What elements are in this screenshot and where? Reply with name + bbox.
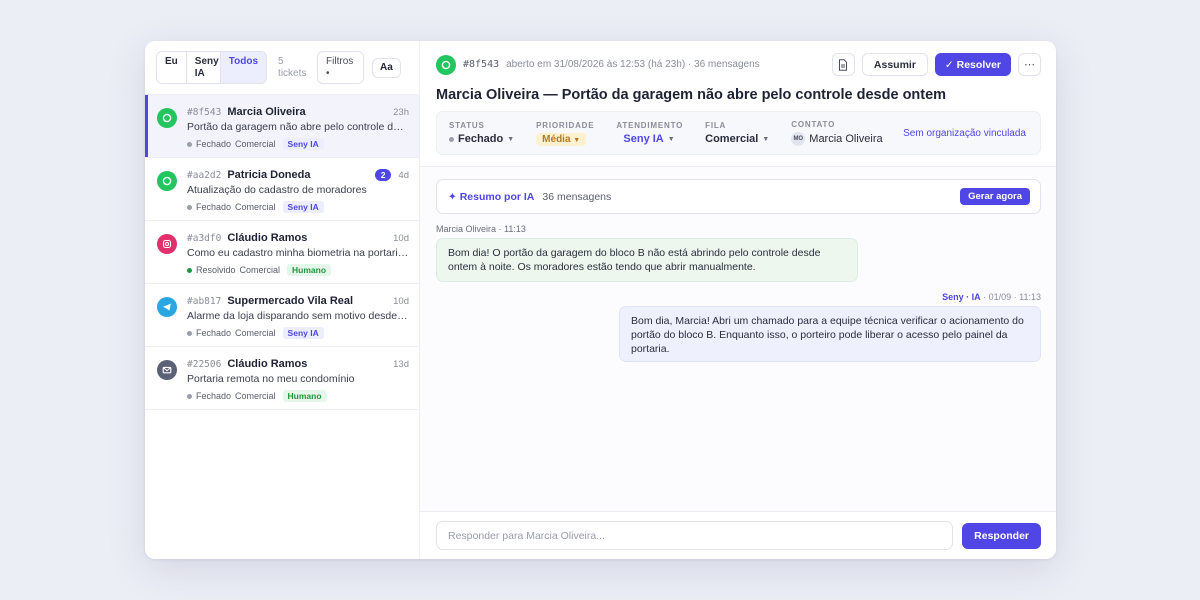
status-dot [187, 267, 192, 273]
status-badge: Seny IA [282, 138, 324, 150]
whatsapp-icon [436, 54, 456, 75]
caret-down-icon: ▼ [667, 135, 675, 143]
caret-down-icon: ▼ [507, 135, 515, 143]
status-badge: Seny IA [282, 201, 324, 213]
status-text: Fechado [196, 139, 232, 149]
conversation-panel: #8f543 aberto em 31/08/2026 às 12:53 (há… [420, 41, 1056, 559]
ticket-meta: aberto em 31/08/2026 às 12:53 (há 23h) ·… [506, 59, 760, 70]
resolve-button[interactable]: ✓ Resolver [934, 53, 1011, 76]
reply-button[interactable]: Responder [962, 522, 1041, 549]
list-item[interactable]: #aa2d2 Patricia Doneda 2 4d Atualização do c… [145, 158, 419, 221]
queue-text: Comercial [239, 265, 281, 275]
contact-name: Cláudio Ramos [227, 232, 308, 244]
whatsapp-icon [157, 108, 177, 128]
contact-name: Marcia Oliveira [227, 106, 306, 118]
incoming-message: Bom dia! O portão da garagem do bloco B … [436, 238, 858, 282]
reply-input[interactable] [436, 521, 954, 550]
contact-name: Patricia Doneda [227, 169, 311, 181]
ticket-count: 5 tickets [278, 55, 307, 79]
ticket-list: #8f543 Marcia Oliveira 23h Portão da garage… [145, 95, 419, 559]
font-size-button[interactable]: Aa [372, 57, 401, 78]
tab-all[interactable]: Todos [220, 52, 267, 83]
queue-prop[interactable]: FILA Comercial ▼ [705, 121, 769, 145]
queue-text: Comercial [235, 328, 276, 338]
status-dot [187, 141, 192, 147]
ticket-subject: Como eu cadastro minha biometria na port… [187, 247, 409, 259]
app-window: Eu Seny IA Todos 5 tickets Filtros • Aa … [145, 41, 1056, 559]
document-icon[interactable] [831, 53, 855, 76]
ticket-id: #a3df0 [187, 232, 222, 244]
caret-down-icon: ▼ [762, 135, 770, 143]
generate-summary-button[interactable]: Gerar agora [960, 188, 1030, 205]
ticket-subject: Alarme da loja disparando sem motivo des… [187, 310, 409, 322]
ai-summary-title: ✦ Resumo por IA [448, 190, 535, 203]
ticket-age: 23h [393, 106, 409, 118]
status-badge: Seny IA [282, 327, 324, 339]
organization-link[interactable]: Sem organização vinculada [903, 128, 1026, 139]
status-badge: Humano [282, 390, 327, 402]
status-text: Fechado [196, 328, 232, 338]
ticket-id: #8f543 [187, 106, 222, 118]
tab-me[interactable]: Eu [157, 52, 187, 83]
ticket-age: 4d [398, 169, 409, 181]
ticket-subject: Atualização do cadastro de moradores [187, 184, 367, 196]
queue-text: Comercial [235, 139, 276, 149]
message-count: 36 mensagens [542, 190, 612, 203]
ticket-header: #8f543 aberto em 31/08/2026 às 12:53 (há… [420, 41, 1056, 167]
ticket-age: 10d [393, 295, 409, 307]
ticket-id: #8f543 [463, 59, 500, 70]
status-text: Fechado [196, 202, 232, 212]
status-dot [187, 330, 192, 336]
avatar: MO [791, 132, 806, 146]
ticket-subject: Portão da garagem não abre pelo controle… [187, 121, 409, 133]
filter-bar: Eu Seny IA Todos 5 tickets Filtros • Aa [145, 41, 419, 95]
caret-down-icon: ▼ [573, 136, 581, 144]
ticket-title: Marcia Oliveira — Portão da garagem não … [436, 87, 947, 103]
telegram-icon [157, 297, 177, 317]
status-text: Fechado [196, 391, 232, 401]
queue-text: Comercial [235, 202, 276, 212]
list-item[interactable]: #8f543 Marcia Oliveira 23h Portão da garage… [145, 95, 419, 158]
contact-name: Cláudio Ramos [227, 358, 308, 370]
instagram-icon [157, 234, 177, 254]
contact-prop[interactable]: CONTATO MO Marcia Oliveira [791, 120, 883, 146]
filters-button[interactable]: Filtros • [317, 51, 365, 84]
message-thread: ✦ Resumo por IA 36 mensagens Gerar agora… [420, 167, 1056, 511]
more-options-icon[interactable]: ⋯ [1018, 53, 1041, 76]
list-item[interactable]: #a3df0 Cláudio Ramos 10d Como eu cadastro m… [145, 221, 419, 284]
outgoing-message: Bom dia, Marcia! Abri um chamado para a … [619, 306, 1041, 362]
status-prop[interactable]: STATUS Fechado ▼ [449, 121, 514, 145]
assume-button[interactable]: Assumir [861, 53, 928, 76]
attendance-prop[interactable]: ATENDIMENTO Seny IA ▼ [616, 121, 683, 145]
contact-name: Supermercado Vila Real [227, 295, 354, 307]
status-badge: Humano [287, 264, 332, 276]
ticket-list-panel: Eu Seny IA Todos 5 tickets Filtros • Aa … [145, 41, 420, 559]
ai-summary-box: ✦ Resumo por IA 36 mensagens Gerar agora [436, 179, 1041, 214]
email-icon [157, 360, 177, 380]
status-text: Resolvido [196, 265, 236, 275]
queue-text: Comercial [235, 391, 276, 401]
status-dot [187, 204, 192, 210]
ticket-id: #ab817 [187, 295, 222, 307]
incoming-message-meta: Marcia Oliveira · 11:13 [436, 224, 526, 234]
ticket-age: 13d [393, 358, 409, 370]
list-item[interactable]: #ab817 Supermercado Vila Real 10d Alarme da… [145, 284, 419, 347]
whatsapp-icon [157, 171, 177, 191]
ticket-subject: Portaria remota no meu condomínio [187, 373, 355, 385]
ticket-properties: STATUS Fechado ▼ PRIORIDADE Média ▼ ATEND… [436, 111, 1041, 155]
unread-badge: 2 [374, 169, 392, 181]
ticket-id: #aa2d2 [187, 169, 222, 181]
outgoing-message-meta: Seny · IA · 01/09 · 11:13 [942, 292, 1041, 302]
status-dot [187, 393, 192, 399]
list-item[interactable]: #22506 Cláudio Ramos 13d Portaria remota no… [145, 347, 419, 410]
ticket-age: 10d [393, 232, 409, 244]
status-dot [449, 136, 454, 142]
reply-bar: Responder [420, 511, 1056, 559]
ticket-id: #22506 [187, 358, 222, 370]
priority-prop[interactable]: PRIORIDADE Média ▼ [536, 121, 594, 146]
tab-seny[interactable]: Seny IA [187, 52, 221, 83]
assignee-filter: Eu Seny IA Todos [156, 51, 268, 84]
